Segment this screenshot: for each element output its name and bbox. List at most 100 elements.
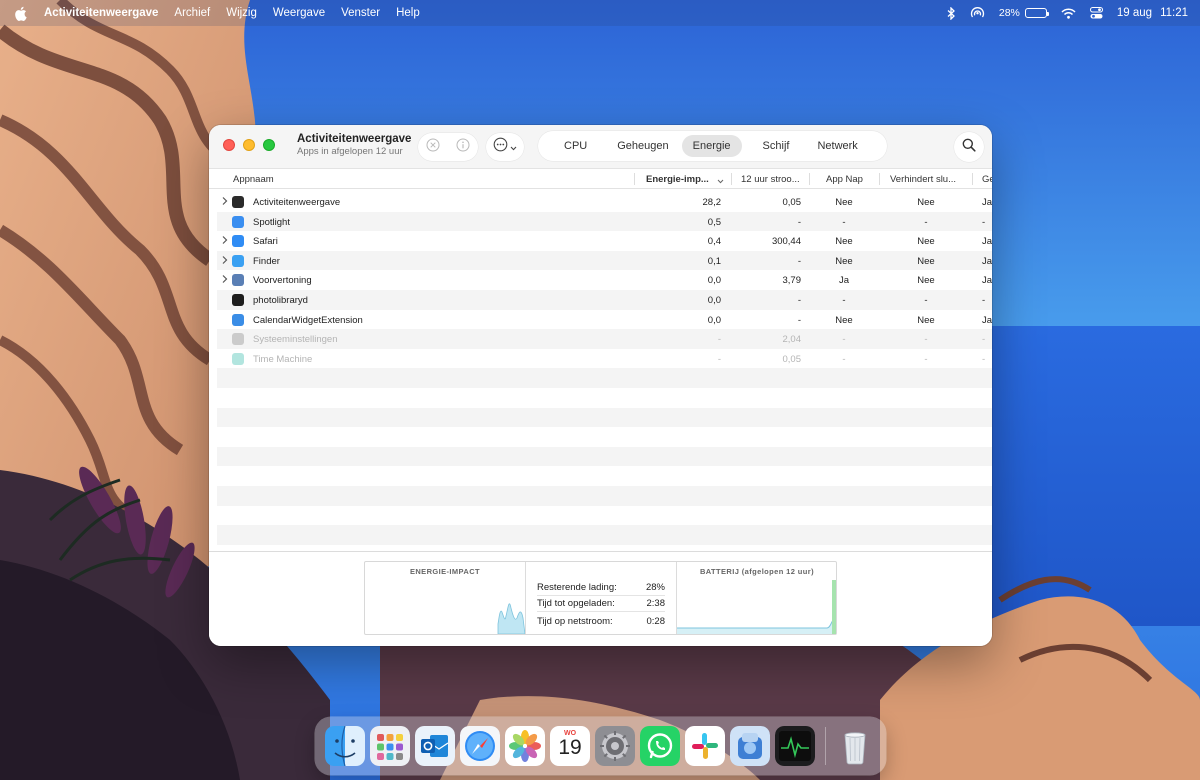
energy-impact-value: 0,4 xyxy=(707,236,721,248)
energy-impact-value: 0,5 xyxy=(707,216,721,228)
menu-wijzig[interactable]: Wijzig xyxy=(226,7,257,19)
tab-bar: CPU Geheugen Energie Schijf Netwerk xyxy=(538,131,887,161)
app-nap-text: - xyxy=(842,334,846,346)
menu-archief[interactable]: Archief xyxy=(174,7,210,19)
twelve-hour-power-value: - xyxy=(797,294,801,306)
column-divider[interactable] xyxy=(731,173,732,185)
column-divider[interactable] xyxy=(634,173,635,185)
dock-photos[interactable] xyxy=(505,726,545,766)
column-12-uur-stroom[interactable]: 12 uur stroo... xyxy=(741,174,807,185)
ge-value: Jas xyxy=(982,197,992,208)
menu-weergave[interactable]: Weergave xyxy=(273,7,325,19)
table-row[interactable]: Spotlight 0,5 - - - - xyxy=(217,211,992,232)
tab-netwerk[interactable]: Netwerk xyxy=(806,135,868,157)
stat-resterende-lading: Resterende lading: 28% xyxy=(537,580,665,596)
table-row[interactable]: photolibraryd 0,0 - - - - xyxy=(217,289,992,310)
dock-preview[interactable] xyxy=(730,726,770,766)
dock: WO 19 xyxy=(315,717,886,775)
battery-status[interactable]: 28% xyxy=(999,7,1049,19)
tab-geheugen[interactable]: Geheugen xyxy=(606,135,679,157)
menu-bar: Activiteitenweergave Archief Wijzig Weer… xyxy=(0,0,1200,26)
expand-chevron-icon[interactable] xyxy=(221,255,229,265)
calendar-date: 19 xyxy=(558,736,582,759)
expand-chevron-icon[interactable] xyxy=(221,235,229,245)
empty-row xyxy=(217,525,992,545)
stat-label: Resterende lading: xyxy=(537,582,617,593)
column-energie-impact[interactable]: Energie-imp... xyxy=(646,174,709,185)
window-subtitle: Apps in afgelopen 12 uur xyxy=(297,146,403,157)
prevents-sleep-text: - xyxy=(924,334,928,346)
table-row[interactable]: CalendarWidgetExtension 0,0 - Nee Nee Jas xyxy=(217,310,992,330)
window-toolbar: Activiteitenweergave Apps in afgelopen 1… xyxy=(209,125,992,169)
more-actions-button[interactable] xyxy=(486,133,524,161)
app-name: Systeeminstellingen xyxy=(253,334,338,346)
twelve-hour-power-value: 300,44 xyxy=(771,236,801,248)
dock-slack[interactable] xyxy=(685,726,725,766)
zoom-window-button[interactable] xyxy=(263,139,275,151)
stat-label: Tijd op netstroom: xyxy=(537,615,613,627)
table-row[interactable]: Safari 0,4 300,44 Nee Nee Jas xyxy=(217,231,992,251)
control-center-icon[interactable] xyxy=(1089,7,1103,19)
ge-value: - xyxy=(982,294,986,306)
dock-safari[interactable] xyxy=(460,726,500,766)
dock-whatsapp[interactable] xyxy=(640,726,680,766)
bluetooth-icon[interactable] xyxy=(946,6,956,20)
menu-venster[interactable]: Venster xyxy=(341,7,380,19)
slack-icon xyxy=(685,726,725,766)
twelve-hour-power-value: - xyxy=(797,314,801,326)
tab-schijf[interactable]: Schijf xyxy=(752,135,801,157)
ge-value: - xyxy=(982,216,986,228)
app-nap-text: - xyxy=(842,353,846,365)
stop-process-icon[interactable] xyxy=(426,138,440,157)
calendar-icon: WO 19 xyxy=(550,726,590,766)
table-row[interactable]: Time Machine - 0,05 - - - xyxy=(217,349,992,369)
table-row[interactable]: Systeeminstellingen - 2,04 - - - xyxy=(217,329,992,349)
dock-finder[interactable] xyxy=(325,726,365,766)
ge-value: Jas xyxy=(982,275,992,287)
column-divider[interactable] xyxy=(879,173,880,185)
minimize-window-button[interactable] xyxy=(243,139,255,151)
preview-icon xyxy=(730,726,770,766)
expand-chevron-icon[interactable] xyxy=(221,196,229,206)
table-row[interactable]: Finder 0,1 - Nee Nee Jas xyxy=(217,250,992,271)
column-verhindert-sluimer[interactable]: Verhindert slu... xyxy=(890,174,962,185)
app-nap-text: - xyxy=(842,294,846,306)
column-appnaam[interactable]: Appnaam xyxy=(233,174,274,185)
menu-help[interactable]: Help xyxy=(396,7,420,19)
table-row[interactable]: Voorvertoning 0,0 3,79 Ja Nee Jas xyxy=(217,270,992,290)
safari-icon xyxy=(232,235,244,248)
battery-stats: Resterende lading: 28% Tijd tot opgelade… xyxy=(526,562,676,634)
column-app-nap[interactable]: App Nap xyxy=(826,174,863,185)
terminal-icon xyxy=(232,293,244,306)
column-ge[interactable]: Ge xyxy=(982,174,992,185)
stat-label: Tijd tot opgeladen: xyxy=(537,598,615,609)
dock-calendar[interactable]: WO 19 xyxy=(550,726,590,766)
info-icon[interactable] xyxy=(456,138,470,157)
search-icon xyxy=(962,138,976,157)
energy-impact-label: ENERGIE-IMPACT xyxy=(409,567,481,576)
expand-chevron-icon[interactable] xyxy=(221,274,229,284)
finder-icon xyxy=(325,726,365,766)
menu-app-name[interactable]: Activiteitenweergave xyxy=(44,7,158,19)
menubar-time[interactable]: 11:21 xyxy=(1160,7,1188,19)
empty-row xyxy=(217,427,992,447)
prevents-sleep-text: Nee xyxy=(917,275,935,287)
close-window-button[interactable] xyxy=(223,139,235,151)
dock-activity-monitor[interactable] xyxy=(775,726,815,766)
column-divider[interactable] xyxy=(809,173,810,185)
table-row[interactable]: Activiteitenweergave 28,2 0,05 Nee Nee Jas xyxy=(217,192,992,212)
menubar-date[interactable]: 19 aug xyxy=(1117,7,1152,19)
dock-trash[interactable] xyxy=(835,726,875,766)
airdrop-icon[interactable] xyxy=(970,6,985,20)
tab-energie[interactable]: Energie xyxy=(681,135,742,157)
dock-system-settings[interactable] xyxy=(595,726,635,766)
apple-menu-icon[interactable] xyxy=(14,6,30,21)
finder-icon xyxy=(232,254,244,267)
wifi-icon[interactable] xyxy=(1061,7,1076,19)
footer-panel: ENERGIE-IMPACT Resterende lading: 28% Ti… xyxy=(209,551,992,646)
dock-launchpad[interactable] xyxy=(370,726,410,766)
dock-outlook[interactable] xyxy=(415,726,455,766)
tab-cpu[interactable]: CPU xyxy=(553,135,598,157)
search-button[interactable] xyxy=(954,132,984,162)
column-divider[interactable] xyxy=(972,173,973,185)
